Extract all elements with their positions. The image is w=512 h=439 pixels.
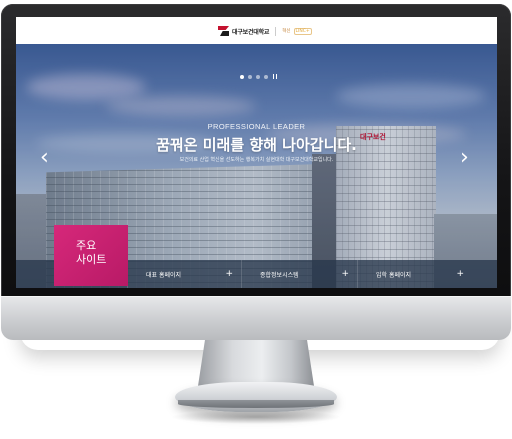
slider-dot[interactable] [240, 74, 244, 79]
site-logo[interactable]: 대구보건대학교 혁신 LINC+ [218, 25, 312, 37]
monitor-stand-edge [178, 400, 334, 408]
slider-dot[interactable] [248, 74, 252, 79]
logo-divider [275, 26, 277, 36]
plus-icon: + [225, 268, 233, 279]
quick-link-label: 입학 홈페이지 [376, 271, 412, 279]
university-logo-icon [218, 26, 229, 36]
hero-kicker: PROFESSIONAL LEADER [207, 122, 306, 131]
plus-icon: + [341, 268, 349, 279]
main-sites-label-2: 사이트 [76, 253, 107, 266]
chevron-right-icon[interactable]: › [460, 147, 472, 169]
monitor-stand-neck [198, 340, 314, 386]
hero-title: 꿈꿔온 미래를 향해 나아갑니다. [156, 136, 357, 154]
slider-dot[interactable] [264, 74, 268, 79]
plus-icon: + [456, 268, 464, 279]
main-sites-label-1: 주요 [76, 239, 97, 252]
chevron-left-icon[interactable]: ‹ [40, 147, 52, 169]
quick-link-admission[interactable]: 입학 홈페이지 + [357, 260, 472, 288]
quick-link-label: 종합정보시스템 [260, 271, 299, 279]
slider-dot[interactable] [256, 74, 260, 79]
monitor-mockup: 대구보건대학교 혁신 LINC+ 대구보건 PROFESSIONAL LEADE… [0, 0, 512, 439]
monitor-chin [1, 296, 511, 340]
stand-shadow [170, 410, 342, 424]
pause-icon[interactable] [273, 74, 277, 79]
site-header: 대구보건대학교 혁신 LINC+ [16, 17, 497, 45]
monitor-screen: 대구보건대학교 혁신 LINC+ 대구보건 PROFESSIONAL LEADE… [16, 17, 497, 288]
slider-indicators [240, 74, 277, 79]
logo-sub: 혁신 [282, 29, 291, 34]
logo-text: 대구보건대학교 [232, 28, 270, 36]
quick-link-main-homepage[interactable]: 대표 홈페이지 + [127, 260, 241, 288]
hero-subtitle: 보건의료 산업 혁신을 선도하는 행복가치 실현대학 대구보건대학교입니다. [179, 157, 334, 163]
main-sites-box: 주요 사이트 [54, 225, 128, 286]
linc-badge: LINC+ [293, 27, 312, 35]
quick-link-info-system[interactable]: 종합정보시스템 + [241, 260, 357, 288]
quick-link-label: 대표 홈페이지 [146, 271, 182, 279]
